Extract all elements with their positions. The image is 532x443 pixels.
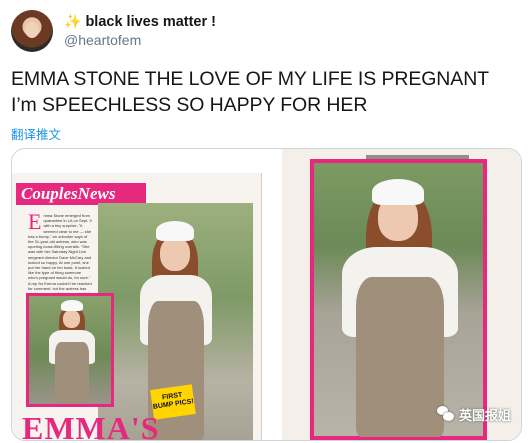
translate-tweet-link[interactable]: 翻译推文 bbox=[11, 124, 61, 143]
cap bbox=[61, 300, 83, 311]
tweet-media[interactable]: CouplesNews Emma Stone emerged from quar… bbox=[11, 148, 522, 441]
display-name-text: black lives matter ! bbox=[85, 14, 217, 30]
drop-cap: E bbox=[28, 213, 42, 234]
wechat-icon bbox=[436, 406, 455, 422]
headline: EMMA'S bbox=[22, 410, 160, 441]
magazine-photo-right bbox=[310, 159, 487, 440]
couples-news-banner: CouplesNews bbox=[16, 183, 146, 205]
sparkles-icon: ✨ bbox=[64, 13, 82, 29]
tweet-header: ✨ black lives matter ! @heartofem bbox=[11, 10, 511, 52]
watermark-text: 英国报姐 bbox=[458, 407, 511, 423]
user-handle[interactable]: @heartofem bbox=[64, 32, 141, 48]
cap bbox=[156, 221, 194, 241]
person-figure-large bbox=[336, 177, 464, 437]
face bbox=[63, 310, 80, 328]
tweet-text-line-1: EMMA STONE THE LOVE OF MY LIFE IS PREGNA… bbox=[11, 68, 489, 90]
watermark: 英国报姐 bbox=[436, 404, 511, 424]
tweet-text: EMMA STONE THE LOVE OF MY LIFE IS PREGNA… bbox=[11, 66, 526, 118]
person-figure-small bbox=[47, 298, 97, 404]
display-name[interactable]: ✨ black lives matter ! bbox=[64, 13, 216, 30]
overalls bbox=[55, 342, 89, 404]
overalls bbox=[356, 277, 444, 437]
avatar[interactable] bbox=[11, 10, 53, 52]
avatar-face bbox=[25, 22, 39, 38]
tweet-text-line-2: I’m SPEECHLESS SO HAPPY FOR HER bbox=[11, 94, 368, 116]
face bbox=[160, 237, 190, 271]
magazine-photo-inset bbox=[26, 293, 114, 407]
cap bbox=[372, 179, 424, 205]
